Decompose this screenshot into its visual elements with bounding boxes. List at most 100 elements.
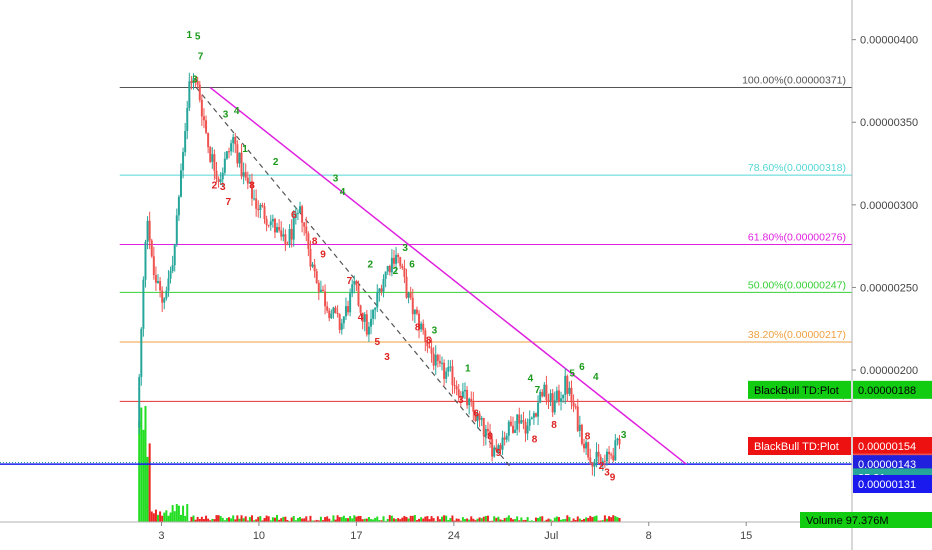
volume-bar [284, 516, 287, 522]
candle-body [244, 172, 247, 178]
volume-bar [539, 516, 542, 522]
volume-bar [232, 515, 235, 522]
candle-body [177, 196, 180, 216]
volume-bar [497, 516, 500, 522]
date-tick-label: 3 [158, 530, 164, 542]
horizontal-levels[interactable] [0, 462, 852, 465]
price-tick-label: 0.00000350 [860, 117, 918, 129]
candle-body [338, 314, 341, 330]
candle-body [445, 371, 448, 379]
td-count: 3 [458, 395, 464, 406]
td-count: 1 [465, 364, 471, 375]
volume-bar [265, 515, 268, 522]
date-tick-label: Jul [544, 530, 558, 542]
candle-body [551, 393, 554, 413]
volume-bar [159, 511, 162, 522]
candle-body [528, 419, 531, 426]
candle-body [524, 421, 527, 434]
volume-bar [618, 517, 621, 522]
candle-body [610, 454, 613, 456]
candle-body [292, 217, 295, 240]
candle-body [545, 384, 548, 401]
candle-body [299, 206, 302, 213]
volume-bar [167, 515, 170, 522]
candle-body [608, 451, 611, 455]
td-count: 6 [473, 408, 479, 419]
candle-body [380, 288, 383, 292]
candle-body [370, 318, 373, 327]
volume-bar [267, 516, 270, 522]
candle-body [200, 99, 203, 117]
volume-bar [282, 516, 285, 522]
volume-bar [591, 517, 594, 522]
volume-bar [263, 518, 266, 522]
volume-bar [138, 420, 141, 522]
td-count: 4 [528, 374, 534, 385]
volume-bar [445, 515, 448, 522]
candle-body [146, 220, 149, 242]
volume-bar [587, 517, 590, 522]
candle-body [228, 151, 231, 153]
candle-body [543, 384, 546, 397]
volume-bar [290, 517, 293, 522]
td-count: 3 [621, 430, 627, 441]
volume-bar [146, 456, 149, 522]
price-scale-badge-text: 0.00000131 [858, 479, 916, 491]
td-count: 9 [610, 473, 616, 484]
price-chart[interactable]: 100.00%(0.00000371) 78.60%(0.00000318) 61.… [0, 0, 932, 550]
td-count: 6 [291, 210, 297, 221]
volume-bar [207, 518, 210, 522]
volume-bar [520, 517, 523, 522]
volume-bar [142, 429, 145, 522]
trendlines[interactable] [195, 86, 687, 467]
candle-body [516, 414, 519, 430]
volume-bar [495, 517, 498, 522]
candle-body [290, 229, 293, 240]
volume-bar [326, 516, 329, 522]
candle-body [179, 170, 182, 197]
volume-bar [186, 504, 189, 522]
volume-bar [296, 518, 299, 522]
candle-body [572, 402, 575, 407]
volume-bar [353, 515, 356, 522]
volume-bar [347, 518, 350, 522]
candle-body [570, 387, 573, 403]
fibonacci-retracement[interactable]: 100.00%(0.00000371) 78.60%(0.00000318) 61.… [119, 75, 852, 402]
volume-bar [230, 518, 233, 522]
price-tick-label: 0.00000400 [860, 35, 918, 47]
td-count: 7 [535, 385, 541, 396]
volume-bar [505, 517, 508, 522]
volume-bar [273, 517, 276, 522]
volume-bar [526, 517, 529, 522]
candle-body [578, 424, 581, 431]
candle-body [148, 220, 151, 241]
candle-body [436, 354, 439, 361]
candle-body [585, 442, 588, 449]
volume-bar [409, 515, 412, 522]
volume-bar [451, 515, 454, 522]
td-count: 8 [551, 420, 557, 431]
indicator-tag-text: BlackBull TD:Plot [754, 385, 839, 397]
candle-body [357, 285, 360, 306]
volume-bar [365, 518, 368, 522]
td-count: 5 [569, 369, 575, 380]
candle-body [211, 154, 214, 162]
date-tick-label: 8 [646, 530, 652, 542]
volume-bar [478, 517, 481, 522]
volume-bar [244, 516, 247, 522]
candle-body [328, 310, 331, 319]
td-count: 3 [223, 109, 229, 120]
volume-bar [221, 517, 224, 522]
volume-bar [344, 518, 347, 522]
candle-body [173, 243, 176, 266]
candle-body [384, 271, 387, 279]
candle-body [372, 309, 375, 319]
volume-bar [225, 518, 228, 522]
volume-bar [420, 517, 423, 522]
td-count: 8 [532, 435, 538, 446]
volume-bar [397, 518, 400, 522]
candle-body [163, 298, 166, 303]
volume-bar [338, 517, 341, 522]
td-count: 2 [273, 157, 279, 168]
volume-bar [443, 515, 446, 522]
